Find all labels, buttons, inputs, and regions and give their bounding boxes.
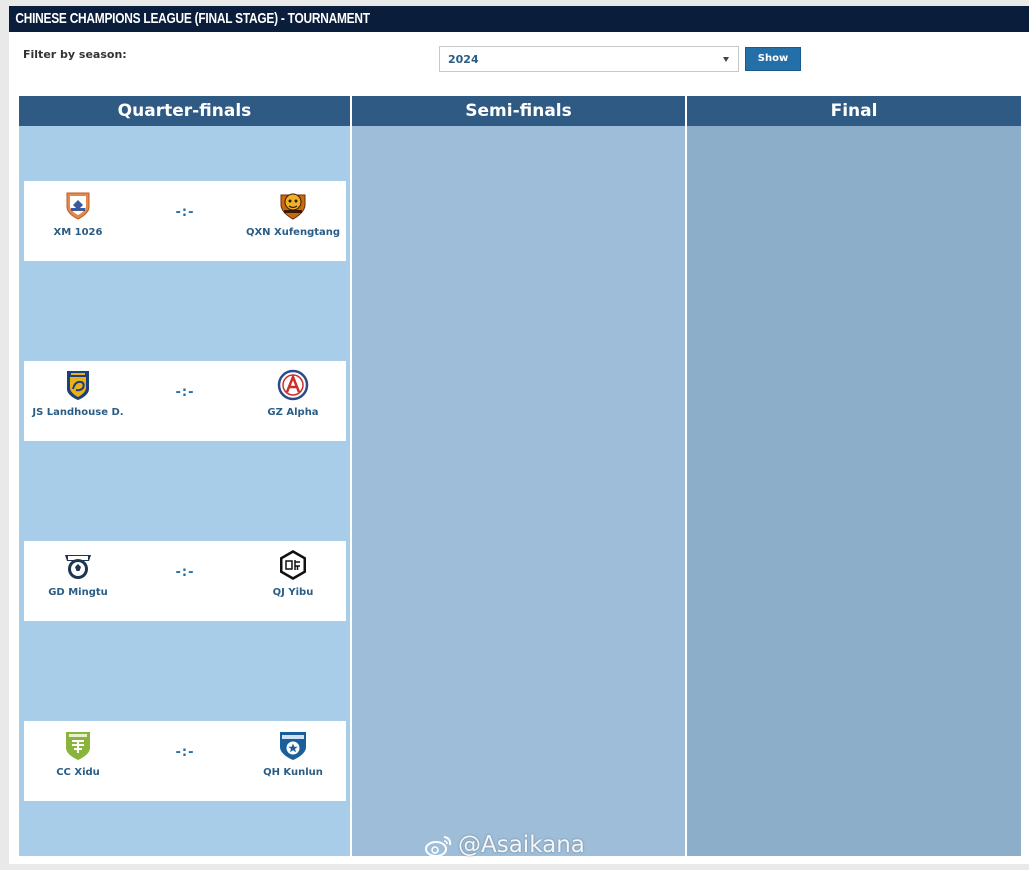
watermark-text: @Asaikana	[458, 832, 585, 858]
blue-shield-icon	[280, 732, 306, 760]
dragon-shield-icon	[67, 371, 89, 400]
match-score: -:-	[175, 565, 195, 580]
round-body-semi-finals	[352, 126, 685, 856]
away-team-name: QJ Yibu	[272, 587, 314, 598]
shield-icon	[66, 192, 90, 220]
away-team-name: QH Kunlun	[263, 767, 323, 778]
ball-badge-icon	[65, 555, 91, 579]
chevron-down-icon	[723, 57, 729, 62]
green-shield-icon	[66, 732, 90, 760]
home-team[interactable]: CC Xidu	[18, 729, 138, 778]
match-score: -:-	[175, 745, 195, 760]
home-team-name: CC Xidu	[56, 767, 100, 778]
match-score: -:-	[175, 385, 195, 400]
letter-a-badge-icon	[277, 369, 309, 401]
home-team-name: XM 1026	[53, 227, 103, 238]
away-team[interactable]: QXN Xufengtang	[233, 189, 353, 238]
show-button[interactable]: Show	[745, 47, 801, 71]
home-team[interactable]: XM 1026	[18, 189, 138, 238]
round-body-final	[687, 126, 1021, 856]
home-team[interactable]: JS Landhouse D.	[18, 369, 138, 418]
match-card[interactable]: JS Landhouse D. -:- GZ Alpha	[24, 361, 346, 441]
home-team-name: JS Landhouse D.	[32, 407, 124, 418]
watermark: @Asaikana	[424, 832, 585, 858]
match-score: -:-	[175, 205, 195, 220]
page: CHINESE CHAMPIONS LEAGUE (FINAL STAGE) -…	[9, 6, 1029, 864]
match-card[interactable]: CC Xidu -:- QH Kunlun	[24, 721, 346, 801]
away-team[interactable]: QH Kunlun	[233, 729, 353, 778]
round-header-semi-finals: Semi-finals	[352, 96, 685, 126]
home-team[interactable]: GD Mingtu	[18, 549, 138, 598]
season-select[interactable]: 2024	[439, 46, 739, 72]
round-column-semi-finals: Semi-finals	[352, 96, 685, 856]
weibo-icon	[425, 835, 452, 857]
away-team[interactable]: GZ Alpha	[233, 369, 353, 418]
away-team-name: QXN Xufengtang	[245, 227, 341, 238]
home-team-name: GD Mingtu	[48, 587, 108, 598]
match-card[interactable]: XM 1026 -:- QXN Xufengtang	[24, 181, 346, 261]
season-filter-label: Filter by season:	[23, 48, 127, 61]
round-header-quarter-finals: Quarter-finals	[19, 96, 350, 126]
match-card[interactable]: GD Mingtu -:- QJ Yibu	[24, 541, 346, 621]
hexagon-badge-icon	[280, 550, 306, 580]
page-title: CHINESE CHAMPIONS LEAGUE (FINAL STAGE) -…	[15, 10, 370, 53]
round-column-final: Final	[687, 96, 1021, 856]
away-team[interactable]: QJ Yibu	[233, 549, 353, 598]
season-select-value: 2024	[448, 53, 479, 66]
round-column-quarter-finals: Quarter-finals XM 1026 -:- QXN Xufengtan…	[19, 96, 350, 856]
round-header-final: Final	[687, 96, 1021, 126]
tiger-badge-icon	[280, 193, 306, 220]
round-body-quarter-finals: XM 1026 -:- QXN Xufengtang JS Landhouse …	[19, 126, 350, 856]
away-team-name: GZ Alpha	[267, 407, 319, 418]
